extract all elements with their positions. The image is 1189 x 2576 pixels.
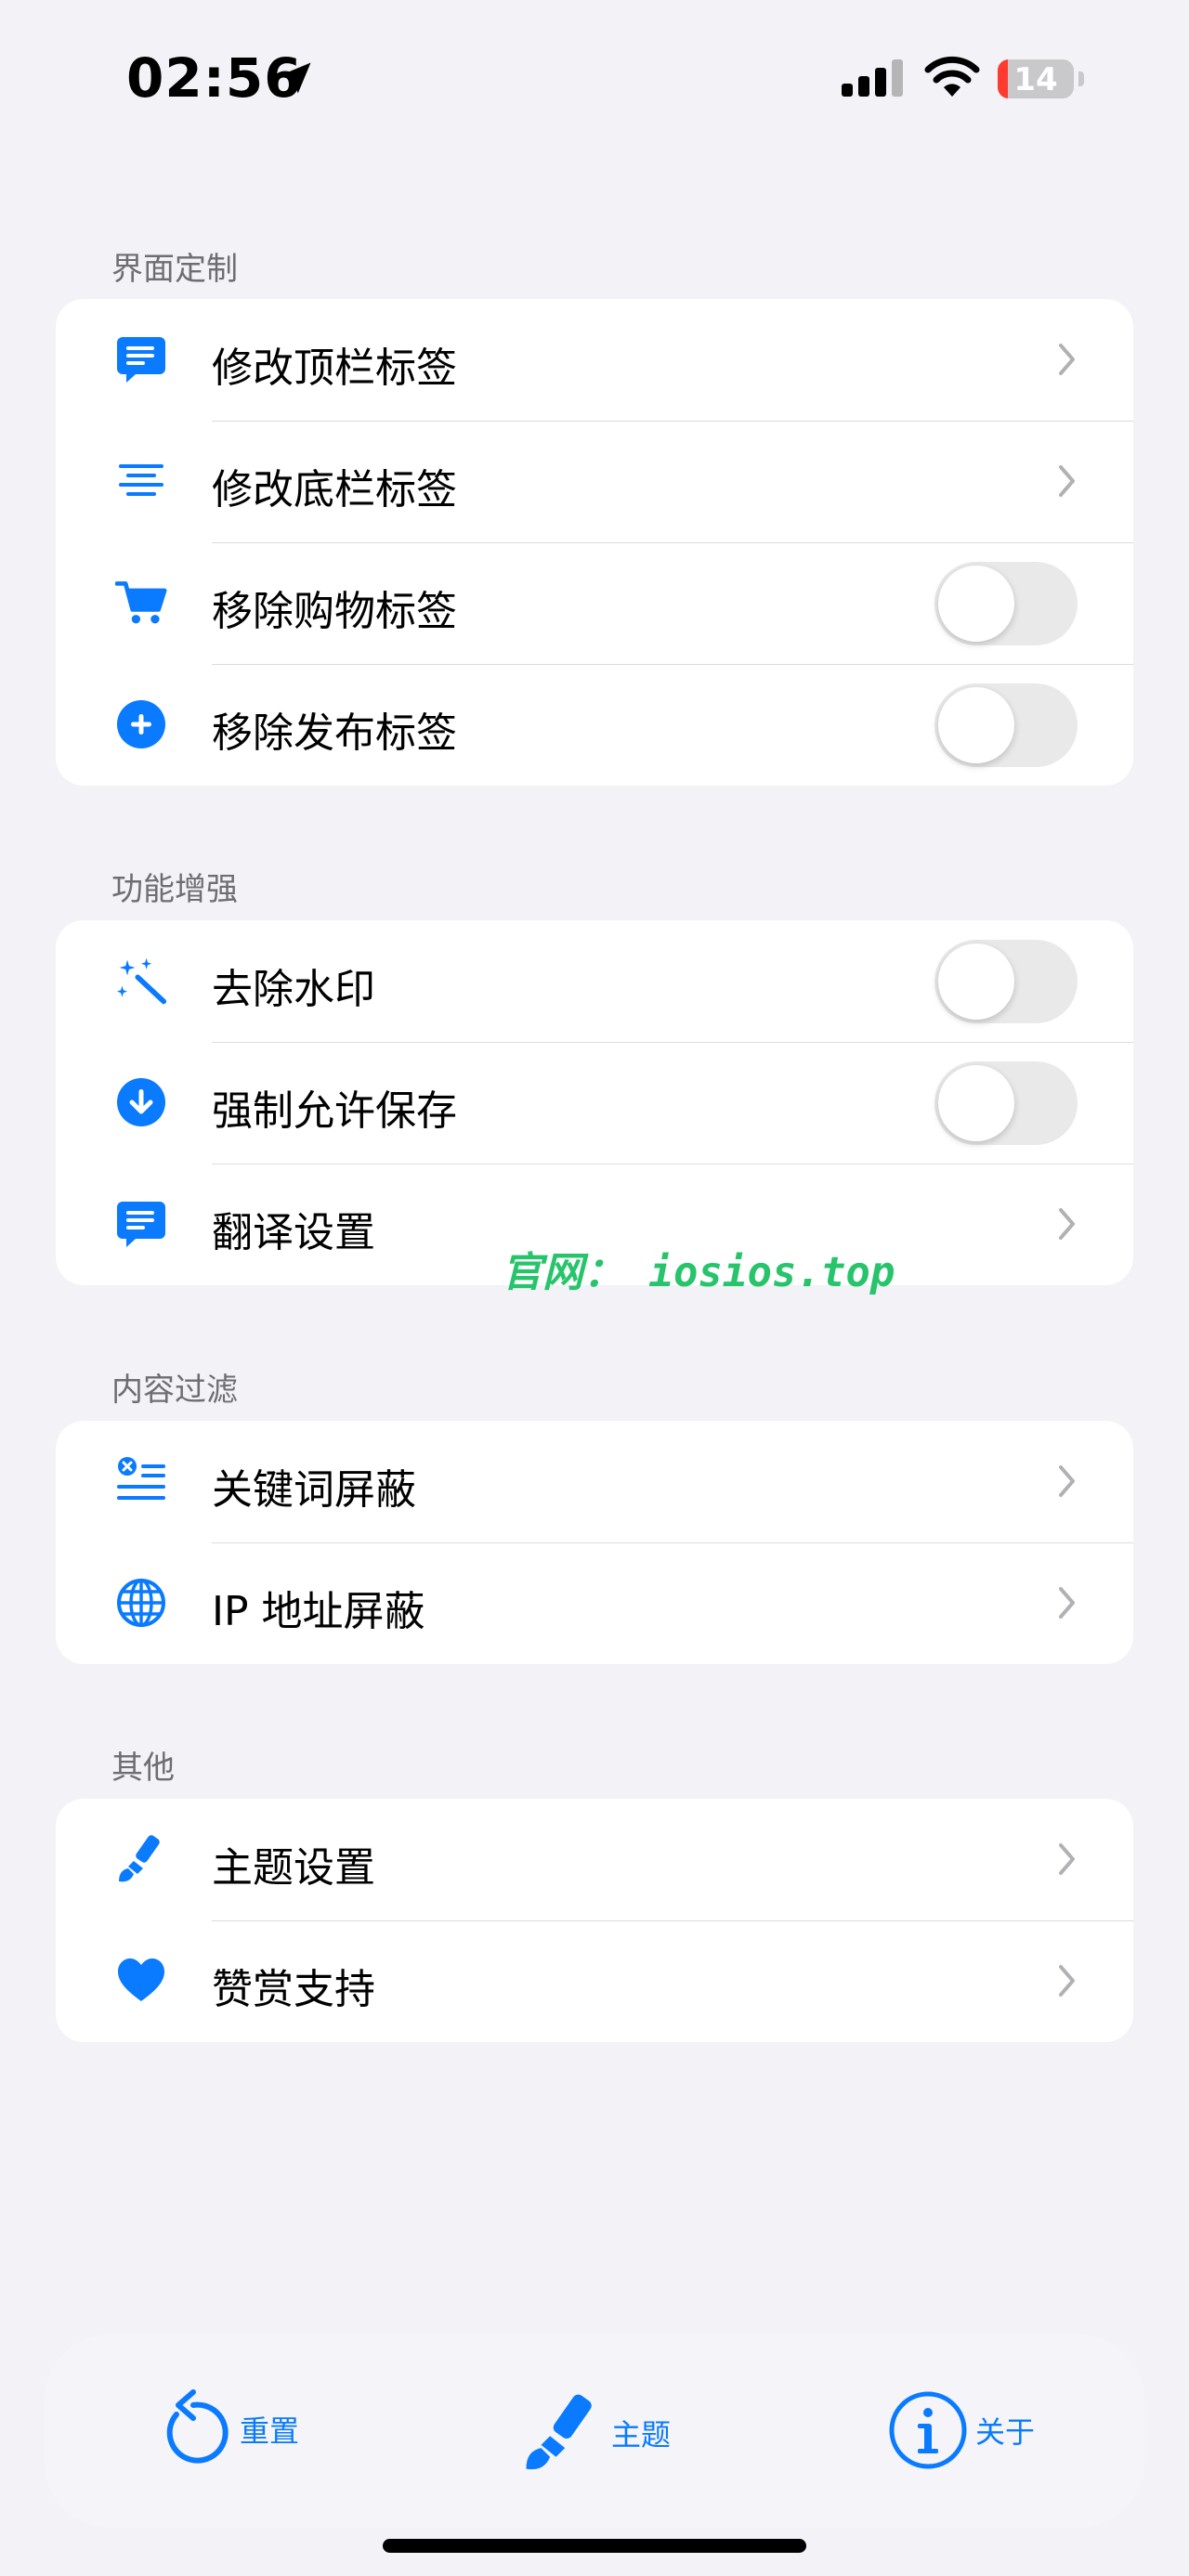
list-block-icon <box>115 1455 167 1507</box>
cellular-signal-icon <box>842 59 903 97</box>
row-keyword-block[interactable]: 关键词屏蔽 <box>56 1421 1133 1542</box>
cart-icon <box>115 577 167 629</box>
info-circle-icon <box>889 2391 967 2469</box>
reset-icon <box>166 2389 229 2464</box>
chevron-right-icon <box>1059 465 1075 497</box>
location-arrow-icon <box>280 62 311 94</box>
theme-button[interactable]: 主题 <box>520 2388 671 2478</box>
row-label: 移除发布标签 <box>212 709 457 757</box>
row-donate[interactable]: 赞赏支持 <box>56 1920 1133 2042</box>
chevron-right-icon <box>1059 1965 1075 1997</box>
chevron-right-icon <box>1059 1465 1075 1497</box>
plus-circle-icon <box>115 698 167 750</box>
ui-custom-card: 修改顶栏标签 修改底栏标签 移除购物标签 移除发布标签 <box>56 299 1133 786</box>
row-label: 翻译设置 <box>212 1209 375 1256</box>
remove-shop-tab-toggle[interactable] <box>934 562 1078 645</box>
toggle-knob <box>938 1065 1014 1141</box>
about-label: 关于 <box>975 2414 1036 2450</box>
globe-icon <box>115 1577 167 1629</box>
chevron-right-icon <box>1059 344 1075 375</box>
row-label: 修改底栏标签 <box>212 466 457 514</box>
toggle-knob <box>938 943 1014 1020</box>
home-indicator <box>383 2539 806 2553</box>
chevron-right-icon <box>1059 1208 1075 1240</box>
row-label: 修改顶栏标签 <box>212 345 457 392</box>
row-theme-settings[interactable]: 主题设置 <box>56 1799 1133 1920</box>
row-remove-shop-tab: 移除购物标签 <box>56 542 1133 664</box>
battery-nub <box>1078 72 1084 86</box>
watermark-text: 官网： iosios.top <box>502 1249 895 1296</box>
row-label: 移除购物标签 <box>212 588 457 635</box>
force-save-toggle[interactable] <box>934 1061 1078 1145</box>
battery-level: 14 <box>1013 61 1058 98</box>
row-force-save: 强制允许保存 <box>56 1042 1133 1164</box>
row-label: IP 地址屏蔽 <box>212 1588 425 1635</box>
chevron-right-icon <box>1059 1587 1075 1619</box>
enhance-card: 去除水印 强制允许保存 翻译设置 <box>56 920 1133 1285</box>
section-header-other: 其他 <box>111 1750 175 1787</box>
remove-watermark-toggle[interactable] <box>934 940 1078 1023</box>
message-icon <box>115 333 167 385</box>
row-ip-block[interactable]: IP 地址屏蔽 <box>56 1542 1133 1664</box>
reset-label: 重置 <box>240 2413 300 2449</box>
wifi-icon <box>924 56 980 97</box>
row-edit-bottom-tabs[interactable]: 修改底栏标签 <box>56 421 1133 542</box>
magic-wand-icon <box>115 955 167 1007</box>
theme-label: 主题 <box>611 2417 672 2452</box>
heart-icon <box>115 1955 167 2007</box>
section-header-ui-custom: 界面定制 <box>111 251 238 288</box>
paintbrush-icon <box>115 1833 167 1885</box>
row-remove-post-tab: 移除发布标签 <box>56 664 1133 786</box>
row-label: 去除水印 <box>212 966 375 1013</box>
paintbrush-icon <box>526 2394 592 2470</box>
toggle-knob <box>938 687 1014 763</box>
message-icon <box>115 1198 167 1250</box>
filter-card: 关键词屏蔽 IP 地址屏蔽 <box>56 1421 1133 1664</box>
row-remove-watermark: 去除水印 <box>56 920 1133 1042</box>
section-header-enhance: 功能增强 <box>111 871 238 908</box>
row-label: 关键词屏蔽 <box>212 1466 416 1514</box>
row-label: 主题设置 <box>212 1844 375 1892</box>
battery-indicator: 14 <box>998 59 1074 98</box>
remove-post-tab-toggle[interactable] <box>934 683 1078 767</box>
text-align-icon <box>115 455 167 507</box>
download-circle-icon <box>115 1076 167 1128</box>
row-edit-top-tabs[interactable]: 修改顶栏标签 <box>56 299 1133 421</box>
other-card: 主题设置 赞赏支持 <box>56 1799 1133 2042</box>
row-label: 赞赏支持 <box>212 1966 375 2013</box>
reset-button[interactable]: 重置 <box>156 2387 299 2472</box>
status-bar: 02:56 14 <box>0 0 1189 158</box>
row-label: 强制允许保存 <box>212 1087 457 1135</box>
chevron-right-icon <box>1059 1843 1075 1875</box>
about-button[interactable]: 关于 <box>888 2390 1035 2470</box>
toggle-knob <box>938 566 1014 642</box>
section-header-filter: 内容过滤 <box>111 1372 238 1409</box>
